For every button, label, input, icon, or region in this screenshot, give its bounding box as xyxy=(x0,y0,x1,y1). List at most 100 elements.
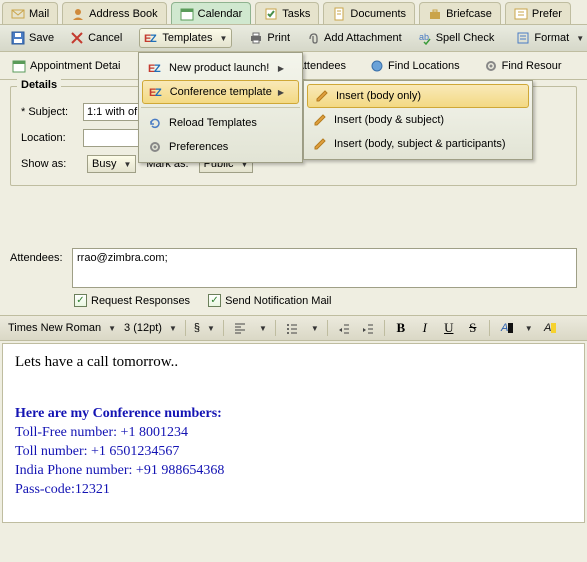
svg-text:A: A xyxy=(543,322,551,334)
separator xyxy=(185,320,186,336)
menu-label: Conference template xyxy=(170,86,272,98)
conf-line: Toll-Free number: +1 8001234 xyxy=(15,425,188,440)
align-left-icon[interactable] xyxy=(232,320,248,336)
gear-icon xyxy=(484,59,498,73)
tab-label: Calendar xyxy=(198,8,243,20)
main-toolbar: Save Cancel EZ Templates ▼ Print Add Att… xyxy=(0,24,587,52)
tab-label: Tasks xyxy=(282,8,310,20)
bullet-list-icon[interactable] xyxy=(284,320,300,336)
menu-item-preferences[interactable]: Preferences xyxy=(139,135,302,159)
check-icon: ✓ xyxy=(74,294,87,307)
strike-icon[interactable]: S xyxy=(465,320,481,336)
paperclip-icon xyxy=(306,31,320,45)
spellcheck-button[interactable]: ab Spell Check xyxy=(413,28,500,48)
editor-body[interactable]: Lets have a call tomorrow.. Here are my … xyxy=(2,343,585,523)
tab-documents[interactable]: Documents xyxy=(323,2,415,24)
chevron-down-icon[interactable]: ▼ xyxy=(311,324,319,333)
menu-item-reload-templates[interactable]: Reload Templates xyxy=(139,111,302,135)
request-responses-checkbox[interactable]: ✓ Request Responses xyxy=(74,294,190,307)
attendees-section: Attendees: rrao@zimbra.com; xyxy=(0,242,587,290)
tab-briefcase[interactable]: Briefcase xyxy=(419,2,501,24)
tab-label: Briefcase xyxy=(446,8,492,20)
calendar-icon xyxy=(180,7,194,21)
editor-line: Lets have a call tomorrow.. xyxy=(15,354,572,371)
save-button[interactable]: Save xyxy=(6,28,59,48)
button-label: Add Attachment xyxy=(324,32,402,44)
tab-label: Attendees xyxy=(297,60,347,72)
select-value: Busy xyxy=(92,158,116,170)
svg-text:Z: Z xyxy=(155,87,162,99)
conf-line: Toll number: +1 6501234567 xyxy=(15,444,179,459)
tab-label: Address Book xyxy=(89,8,157,20)
cancel-button[interactable]: Cancel xyxy=(65,28,127,48)
spacer xyxy=(0,192,587,242)
menu-item-insert-body-subject-participants[interactable]: Insert (body, subject & participants) xyxy=(304,132,532,156)
pencil-icon xyxy=(314,88,330,104)
attendees-input[interactable]: rrao@zimbra.com; xyxy=(72,248,577,288)
separator xyxy=(223,320,224,336)
highlight-icon[interactable]: A xyxy=(541,320,557,336)
tab-address-book[interactable]: Address Book xyxy=(62,2,166,24)
font-color-icon[interactable]: A xyxy=(498,320,514,336)
tab-label: Appointment Detai xyxy=(30,60,121,72)
chevron-down-icon[interactable]: ▼ xyxy=(259,324,267,333)
tab-find-locations[interactable]: Find Locations xyxy=(364,57,466,75)
underline-icon[interactable]: U xyxy=(441,320,457,336)
spellcheck-icon: ab xyxy=(418,31,432,45)
tab-preferences[interactable]: Prefer xyxy=(505,2,571,24)
tab-mail[interactable]: Mail xyxy=(2,2,58,24)
gear-icon xyxy=(147,139,163,155)
size-select[interactable]: 3 (12pt) ▼ xyxy=(124,322,177,334)
button-label: Spell Check xyxy=(436,32,495,44)
chevron-down-icon: ▼ xyxy=(169,324,177,333)
showas-select[interactable]: Busy ▼ xyxy=(87,155,136,173)
tab-appointment-details[interactable]: Appointment Detai xyxy=(6,57,127,75)
button-label: Format xyxy=(534,32,569,44)
pencil-icon xyxy=(312,136,328,152)
menu-label: Insert (body, subject & participants) xyxy=(334,138,506,150)
pencil-icon xyxy=(312,112,328,128)
tab-find-resources[interactable]: Find Resour xyxy=(478,57,568,75)
button-label: Cancel xyxy=(88,32,122,44)
attendees-value: rrao@zimbra.com; xyxy=(77,252,168,264)
reload-icon xyxy=(147,115,163,131)
attachment-button[interactable]: Add Attachment xyxy=(301,28,407,48)
menu-item-conference-template[interactable]: EZ Conference template xyxy=(142,80,299,104)
svg-text:ab: ab xyxy=(419,32,429,42)
font-select[interactable]: Times New Roman ▼ xyxy=(8,322,116,334)
menu-label: Reload Templates xyxy=(169,117,257,129)
menu-item-new-product-launch[interactable]: EZ New product launch! xyxy=(139,56,302,80)
menu-item-insert-body-subject[interactable]: Insert (body & subject) xyxy=(304,108,532,132)
insert-submenu: Insert (body only) Insert (body & subjec… xyxy=(303,80,533,160)
format-button[interactable]: Format ▼ xyxy=(511,28,587,48)
templates-menu: EZ New product launch! EZ Conference tem… xyxy=(138,52,303,163)
conf-line: India Phone number: +91 988654368 xyxy=(15,463,224,478)
button-label: Save xyxy=(29,32,54,44)
send-notification-checkbox[interactable]: ✓ Send Notification Mail xyxy=(208,294,331,307)
tab-calendar[interactable]: Calendar xyxy=(171,2,252,24)
briefcase-icon xyxy=(428,7,442,21)
separator xyxy=(384,320,385,336)
indent-icon[interactable] xyxy=(360,320,376,336)
chevron-down-icon: ▼ xyxy=(207,324,215,333)
check-icon: ✓ xyxy=(208,294,221,307)
menu-item-insert-body[interactable]: Insert (body only) xyxy=(307,84,529,108)
outdent-icon[interactable] xyxy=(336,320,352,336)
svg-text:Z: Z xyxy=(154,63,161,75)
paragraph-select[interactable]: § ▼ xyxy=(194,322,215,334)
tasks-icon xyxy=(264,7,278,21)
cancel-icon xyxy=(70,31,84,45)
templates-button[interactable]: EZ Templates ▼ xyxy=(139,28,232,48)
save-icon xyxy=(11,31,25,45)
bold-icon[interactable]: B xyxy=(393,320,409,336)
format-icon xyxy=(516,31,530,45)
button-label: Templates xyxy=(162,32,212,44)
conf-line: Pass-code:12321 xyxy=(15,482,110,497)
location-icon xyxy=(370,59,384,73)
conf-title: Here are my Conference numbers: xyxy=(15,406,222,421)
chevron-down-icon[interactable]: ▼ xyxy=(525,324,533,333)
print-button[interactable]: Print xyxy=(244,28,295,48)
tab-tasks[interactable]: Tasks xyxy=(255,2,319,24)
editor-toolbar: Times New Roman ▼ 3 (12pt) ▼ § ▼ ▼ ▼ B I… xyxy=(0,315,587,341)
italic-icon[interactable]: I xyxy=(417,320,433,336)
